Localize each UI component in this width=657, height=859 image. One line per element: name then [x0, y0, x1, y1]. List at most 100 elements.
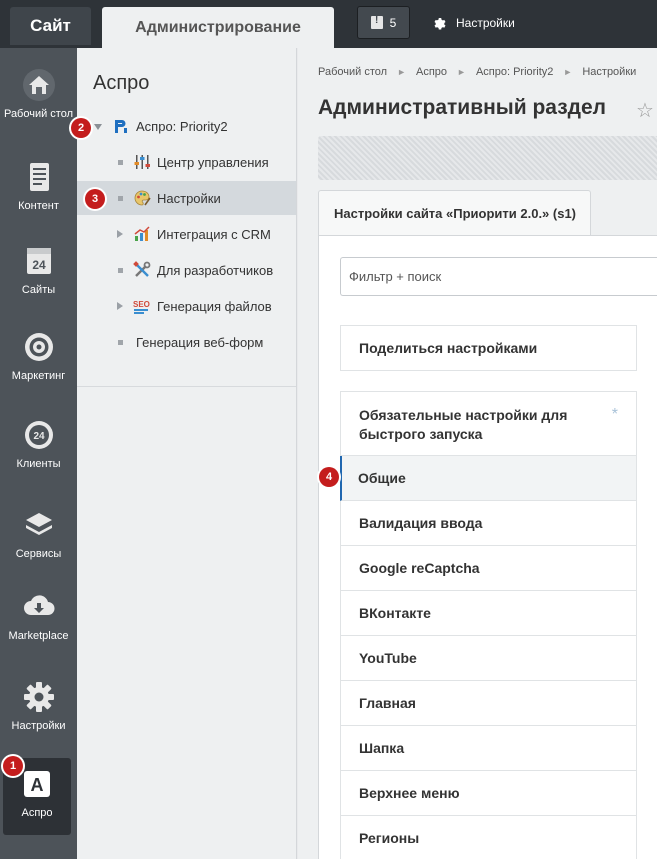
sidebar-label: Клиенты: [16, 458, 61, 470]
top-settings-link[interactable]: Настройки: [432, 13, 515, 33]
filter-search-input[interactable]: [340, 257, 657, 296]
favorite-star-icon[interactable]: ☆: [636, 98, 654, 123]
toolbar-strip: [318, 136, 657, 180]
section-tree-panel: Аспро Аспро: Priority2 Центр управления: [77, 48, 297, 859]
expand-arrow-icon[interactable]: [117, 302, 123, 310]
chart-icon: [134, 226, 150, 241]
breadcrumb-link[interactable]: Рабочий стол: [318, 66, 387, 78]
sidebar-label: Рабочий стол: [3, 108, 74, 120]
tree-item-label: Генерация файлов: [157, 298, 272, 314]
breadcrumb-chevron-icon: ►: [563, 67, 573, 77]
step-badge-1: 1: [3, 756, 23, 776]
sidebar-label: Сервисы: [15, 548, 62, 560]
tree-item-label: Генерация веб-форм: [136, 334, 264, 350]
tree-divider: [77, 386, 296, 387]
breadcrumb: Рабочий стол ► Аспро ► Аспро: Priority2 ► Наст…: [318, 66, 636, 78]
calendar-24-icon: 24: [26, 248, 51, 274]
sidebar-item-content[interactable]: Контент: [0, 160, 77, 212]
sidebar-item-desktop[interactable]: Рабочий стол: [0, 68, 77, 120]
notification-icon: [370, 15, 383, 29]
step-badge-2: 2: [71, 118, 91, 138]
svg-text:24: 24: [33, 431, 45, 442]
breadcrumb-link[interactable]: Настройки: [582, 66, 636, 78]
sidebar-label: Аспро: [21, 807, 53, 819]
tree-item-crm-integration[interactable]: Интеграция с CRM: [77, 217, 296, 251]
tab-site-settings[interactable]: Настройки сайта «Приорити 2.0.» (s1): [318, 190, 591, 235]
tab-site[interactable]: Сайт: [10, 7, 91, 45]
sidebar-label: Настройки: [11, 720, 66, 732]
tree-item-settings[interactable]: Настройки: [77, 181, 296, 215]
clients-24-icon: 24: [24, 421, 53, 449]
tree-item-file-generation[interactable]: SEO Генерация файлов: [77, 289, 296, 323]
menu-item-top-menu[interactable]: Верхнее меню: [340, 771, 637, 816]
gear-icon: [23, 682, 54, 712]
palette-icon: [134, 190, 151, 206]
menu-item-header[interactable]: Шапка: [340, 726, 637, 771]
tree-item-label: Центр управления: [157, 154, 269, 170]
tools-icon: [133, 261, 151, 277]
breadcrumb-link[interactable]: Аспро: Priority2: [476, 66, 553, 78]
gear-icon: [434, 18, 446, 30]
sidebar-label: Marketplace: [8, 630, 69, 642]
page-title: Административный раздел: [318, 96, 607, 119]
menu-item-general[interactable]: Общие: [340, 456, 637, 501]
sidebar-label: Маркетинг: [11, 370, 66, 382]
tree-item-label: Аспро: Priority2: [136, 118, 228, 134]
menu-item-label: Обязательные настройки для быстрого запу…: [359, 407, 568, 442]
tree-item-control-center[interactable]: Центр управления: [77, 145, 296, 179]
notifications-button[interactable]: 5: [357, 6, 410, 39]
menu-item-required-settings[interactable]: Обязательные настройки для быстрого запу…: [340, 391, 637, 456]
bullet-icon: [118, 340, 123, 345]
sidebar-label: Контент: [18, 200, 59, 212]
sidebar-item-settings[interactable]: Настройки: [0, 680, 77, 732]
seo-icon: SEO: [133, 300, 150, 314]
breadcrumb-link[interactable]: Аспро: [416, 66, 447, 78]
bullet-icon: [118, 268, 123, 273]
tree-title: Аспро: [93, 72, 150, 94]
expand-arrow-icon[interactable]: [117, 230, 123, 238]
expand-arrow-icon[interactable]: [94, 124, 102, 130]
notifications-count: 5: [389, 15, 397, 30]
step-badge-3: 3: [85, 189, 105, 209]
document-icon: [29, 163, 49, 191]
tree-item-label: Для разработчиков: [157, 262, 274, 278]
svg-text:SEO: SEO: [133, 300, 150, 309]
sidebar-item-sites[interactable]: 24 Сайты: [0, 244, 77, 296]
sliders-icon: [134, 155, 150, 169]
svg-text:A: A: [31, 775, 44, 795]
bullet-icon: [118, 196, 123, 201]
menu-item-recaptcha[interactable]: Google reCaptcha: [340, 546, 637, 591]
target-icon: [24, 333, 53, 361]
home-icon: [22, 69, 55, 101]
sidebar-label: Сайты: [21, 284, 56, 296]
main-sidebar: Рабочий стол Контент 24 Сайты Маркетинг: [0, 48, 77, 859]
tree-item-developers[interactable]: Для разработчиков: [77, 253, 296, 287]
star-icon: *: [611, 406, 618, 423]
tab-administration[interactable]: Администрирование: [102, 7, 334, 48]
top-bar: Сайт Администрирование 5 Настройки: [0, 0, 657, 48]
tree-item-webform-generation[interactable]: Генерация веб-форм: [77, 325, 296, 359]
sidebar-item-marketing[interactable]: Маркетинг: [0, 330, 77, 382]
tree-item-label: Настройки: [157, 190, 221, 206]
breadcrumb-chevron-icon: ►: [397, 67, 406, 77]
menu-item-youtube[interactable]: YouTube: [340, 636, 637, 681]
main-area: Рабочий стол ► Аспро ► Аспро: Priority2 ► Наст…: [298, 48, 657, 859]
aspro-a-icon: A: [24, 771, 50, 797]
svg-text:24: 24: [32, 258, 46, 272]
tree-item-aspro-priority2[interactable]: Аспро: Priority2: [77, 109, 296, 143]
step-badge-4: 4: [319, 467, 339, 487]
settings-content: Поделиться настройками Обязательные наст…: [318, 235, 657, 859]
menu-item-regions[interactable]: Регионы: [340, 816, 637, 859]
sidebar-item-clients[interactable]: 24 Клиенты: [0, 418, 77, 470]
top-settings-label: Настройки: [456, 16, 515, 30]
share-settings-button[interactable]: Поделиться настройками: [340, 325, 637, 371]
tree-item-label: Интеграция с CRM: [157, 226, 271, 242]
menu-item-input-validation[interactable]: Валидация ввода: [340, 501, 637, 546]
menu-item-main[interactable]: Главная: [340, 681, 637, 726]
sidebar-item-marketplace[interactable]: Marketplace: [0, 590, 77, 642]
layers-icon: [25, 513, 52, 535]
priority-logo-icon: [115, 120, 127, 133]
sidebar-item-services[interactable]: Сервисы: [0, 508, 77, 560]
menu-item-vkontakte[interactable]: ВКонтакте: [340, 591, 637, 636]
cloud-download-icon: [23, 595, 54, 615]
